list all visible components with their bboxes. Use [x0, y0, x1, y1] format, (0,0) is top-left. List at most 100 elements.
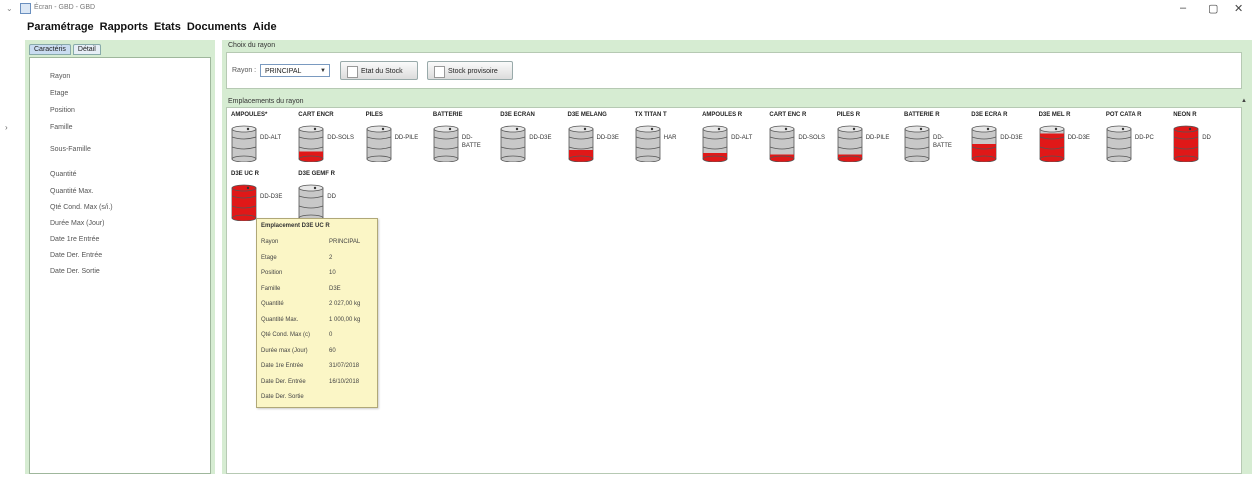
emplacements-label: Emplacements du rayon: [228, 98, 304, 105]
etat-stock-label: Etat du Stock: [361, 68, 403, 75]
rayon-label: Rayon :: [232, 67, 257, 74]
location-code: DD-PILE: [394, 135, 419, 141]
location-tile[interactable]: D3E MEL R DD-D3E: [1037, 112, 1099, 170]
field-etage: Etage: [50, 90, 69, 97]
tooltip-row-value: 10: [329, 270, 336, 276]
location-title: D3E ECRAN: [500, 112, 535, 118]
location-tile[interactable]: TX TITAN T HAR: [633, 112, 695, 170]
barrel-icon: [1106, 125, 1132, 162]
fill-level: [1039, 133, 1064, 159]
barrel-icon: [904, 125, 930, 162]
barrel-icon: [366, 125, 391, 162]
tooltip-row-label: Durée max (Jour): [261, 347, 308, 354]
location-code: DD: [327, 194, 336, 200]
location-tile[interactable]: AMPOULES* DD-ALT: [229, 112, 291, 170]
location-tile[interactable]: CART ENC R DD-SOLS: [767, 112, 829, 170]
app-menu-icon[interactable]: ⌄: [6, 4, 13, 13]
tooltip-row-value: D3E: [329, 285, 341, 292]
tooltip-row-label: Position: [261, 270, 283, 276]
fill-level: [1174, 129, 1199, 159]
location-title: AMPOULES*: [231, 112, 268, 118]
location-title: CART ENCR: [298, 112, 334, 118]
location-title: BATTERIE R: [904, 112, 940, 118]
tooltip-row-label: Rayon: [261, 239, 279, 245]
menu-etats[interactable]: Etats: [153, 21, 182, 35]
tooltip-row-value: 2: [329, 254, 333, 261]
title-bar: ⌄ Écran - GBD - GBD – ▢ ✕: [0, 0, 1252, 18]
location-tile[interactable]: POT CATA R DD-PC: [1104, 112, 1166, 170]
rayon-select[interactable]: PRINCIPAL ▼: [260, 64, 330, 77]
location-title: TX TITAN T: [634, 112, 667, 118]
location-code: DD-PC: [1134, 135, 1154, 141]
tooltip-row-label: Quantité: [261, 301, 284, 307]
barrel-icon: [568, 125, 593, 162]
barrel-icon: [231, 125, 257, 162]
tooltip-row-value: 60: [329, 347, 336, 354]
tooltip-row-value: 16/10/2018: [329, 378, 360, 385]
menu-rapports[interactable]: Rapports: [99, 21, 149, 35]
tooltip-row-value: 2 027,00 kg: [329, 301, 361, 307]
location-tile[interactable]: NEON R DD: [1171, 112, 1233, 170]
etat-stock-button[interactable]: Etat du Stock: [340, 61, 418, 80]
location-title: D3E ECRA R: [971, 112, 1008, 118]
location-title: NEON R: [1173, 112, 1197, 118]
tooltip-row-label: Qté Cond. Max (c): [261, 332, 311, 338]
location-code: DD-SOLS: [327, 135, 354, 141]
left-tabs: Caractéris Détail: [29, 44, 101, 55]
tab-caracteristiques[interactable]: Caractéris: [29, 44, 71, 55]
tooltip-row-value: PRINCIPAL: [329, 239, 361, 245]
location-tile[interactable]: BATTERIE DD-BATTE: [431, 112, 493, 170]
barrel-icon: [1039, 125, 1064, 162]
location-code: DD-BATTE: [461, 135, 481, 149]
barrel-icon: [971, 125, 997, 162]
location-tile[interactable]: AMPOULES R DD-ALT: [700, 112, 762, 170]
menu-documents[interactable]: Documents: [186, 21, 248, 35]
location-code: DD-D3E: [1067, 135, 1090, 141]
location-code: DD-D3E: [529, 135, 552, 141]
tooltip-row-label: Etage: [261, 254, 277, 261]
location-code: DD-PILE: [865, 135, 890, 141]
location-tile[interactable]: PILES DD-PILE: [364, 112, 426, 170]
tooltip-row-label: Date Der. Sortie: [261, 394, 304, 400]
tooltip-row-label: Date Der. Entrée: [261, 378, 306, 385]
side-arrow-icon[interactable]: ›: [5, 123, 8, 132]
maximize-button[interactable]: ▢: [1208, 2, 1218, 15]
location-tile[interactable]: PILES R DD-PILE: [835, 112, 897, 170]
location-tile[interactable]: D3E MELANG DD-D3E: [566, 112, 628, 170]
location-title: BATTERIE: [432, 112, 463, 118]
tooltip-row-label: Famille: [261, 285, 281, 292]
window-icon: [20, 3, 31, 14]
location-title: D3E GEMF R: [298, 171, 335, 177]
location-tile[interactable]: CART ENCR DD-SOLS: [296, 112, 358, 170]
location-code: DD-D3E: [1000, 135, 1023, 141]
tab-detail[interactable]: Détail: [72, 44, 101, 55]
close-button[interactable]: ✕: [1234, 2, 1243, 15]
barrel-icon: [298, 125, 324, 162]
location-tooltip: Emplacement D3E UC R Rayon PRINCIPAL Etage…: [256, 218, 378, 408]
menu-aide[interactable]: Aide: [252, 21, 278, 35]
field-rayon: Rayon: [50, 73, 71, 80]
field-sous-famille: Sous-Famille: [50, 146, 91, 153]
field-duree-max: Durée Max (Jour): [50, 220, 105, 227]
minimize-button[interactable]: –: [1180, 2, 1186, 14]
location-title: POT CATA R: [1105, 112, 1142, 118]
menu-parametrage[interactable]: Paramétrage: [26, 21, 95, 35]
location-code: HAR: [663, 135, 677, 141]
barrel-icon: [500, 125, 526, 162]
location-code: DD-SOLS: [798, 135, 826, 141]
field-quantite: Quantité: [50, 171, 77, 178]
location-code: DD: [1202, 135, 1211, 141]
tooltip-row-label: Date 1re Entrée: [261, 363, 304, 369]
chevron-down-icon: ▼: [320, 68, 326, 74]
tooltip-row-label: Quantité Max.: [261, 316, 299, 323]
location-code: DD-ALT: [260, 135, 282, 141]
location-code: DD-ALT: [731, 135, 753, 141]
stock-provisoire-button[interactable]: Stock provisoire: [427, 61, 513, 80]
location-code: DD-BATTE: [933, 135, 952, 149]
location-tile[interactable]: D3E ECRAN DD-D3E: [498, 112, 560, 170]
scroll-up-icon[interactable]: ▲: [1241, 98, 1247, 104]
location-tile[interactable]: D3E ECRA R DD-D3E: [969, 112, 1031, 170]
barrel-icon: [1173, 125, 1199, 162]
location-tile[interactable]: BATTERIE R DD-BATTE: [902, 112, 964, 170]
barrel-icon: [769, 125, 795, 162]
